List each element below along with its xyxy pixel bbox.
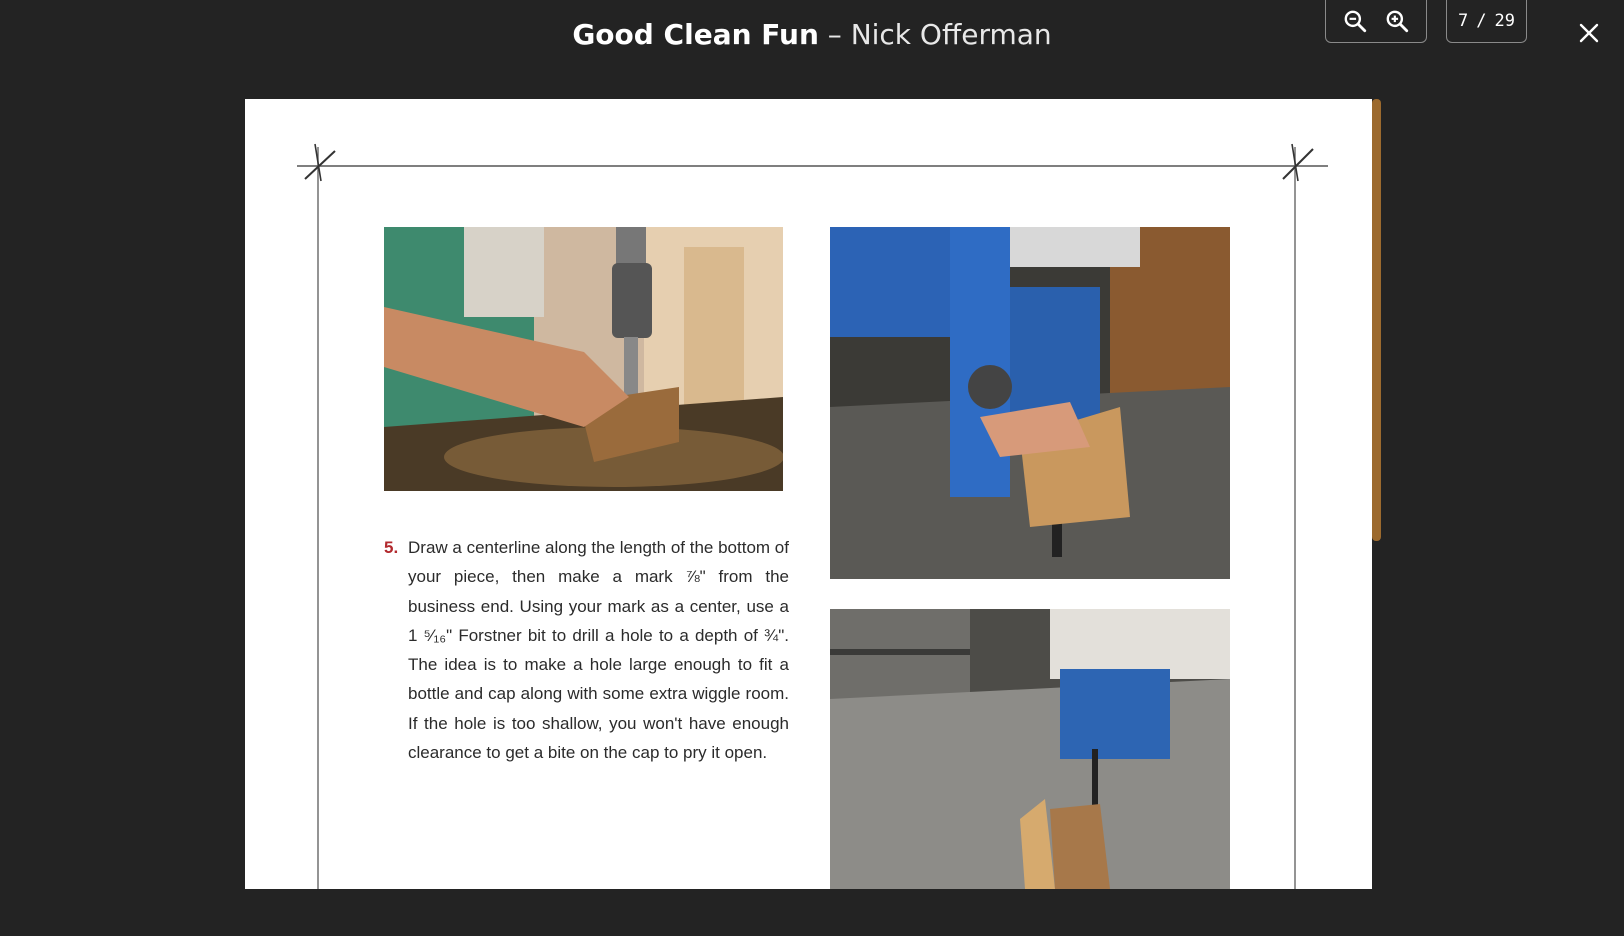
close-icon: [1579, 23, 1599, 43]
zoom-controls: [1325, 0, 1427, 43]
zoom-out-button[interactable]: [1340, 6, 1370, 36]
instruction-step: 5. Draw a centerline along the length of…: [384, 533, 789, 767]
page-scrollbar[interactable]: [1372, 99, 1382, 889]
zoom-in-button[interactable]: [1382, 6, 1412, 36]
viewer-header: Good Clean Fun – Nick Offerman 7 / 29: [0, 0, 1624, 80]
book-title: Good Clean Fun: [572, 18, 819, 51]
zoom-in-icon: [1386, 10, 1409, 32]
title-separator: –: [827, 18, 842, 51]
band-saw-photo-top: [830, 227, 1230, 579]
page-indicator[interactable]: 7 / 29: [1446, 0, 1527, 43]
scrollbar-thumb[interactable]: [1372, 99, 1381, 541]
step-number: 5.: [384, 538, 399, 557]
close-button[interactable]: [1574, 18, 1604, 48]
current-page: 7: [1458, 10, 1469, 31]
step-text: Draw a centerline along the length of th…: [408, 538, 789, 763]
total-pages: 29: [1494, 10, 1515, 31]
author-name: Nick Offerman: [850, 18, 1052, 51]
page-separator: /: [1476, 10, 1487, 31]
drill-press-photo: [384, 227, 783, 491]
zoom-out-icon: [1344, 10, 1367, 32]
document-page: 5. Draw a centerline along the length of…: [245, 99, 1372, 889]
band-saw-photo-bottom: [830, 609, 1230, 889]
